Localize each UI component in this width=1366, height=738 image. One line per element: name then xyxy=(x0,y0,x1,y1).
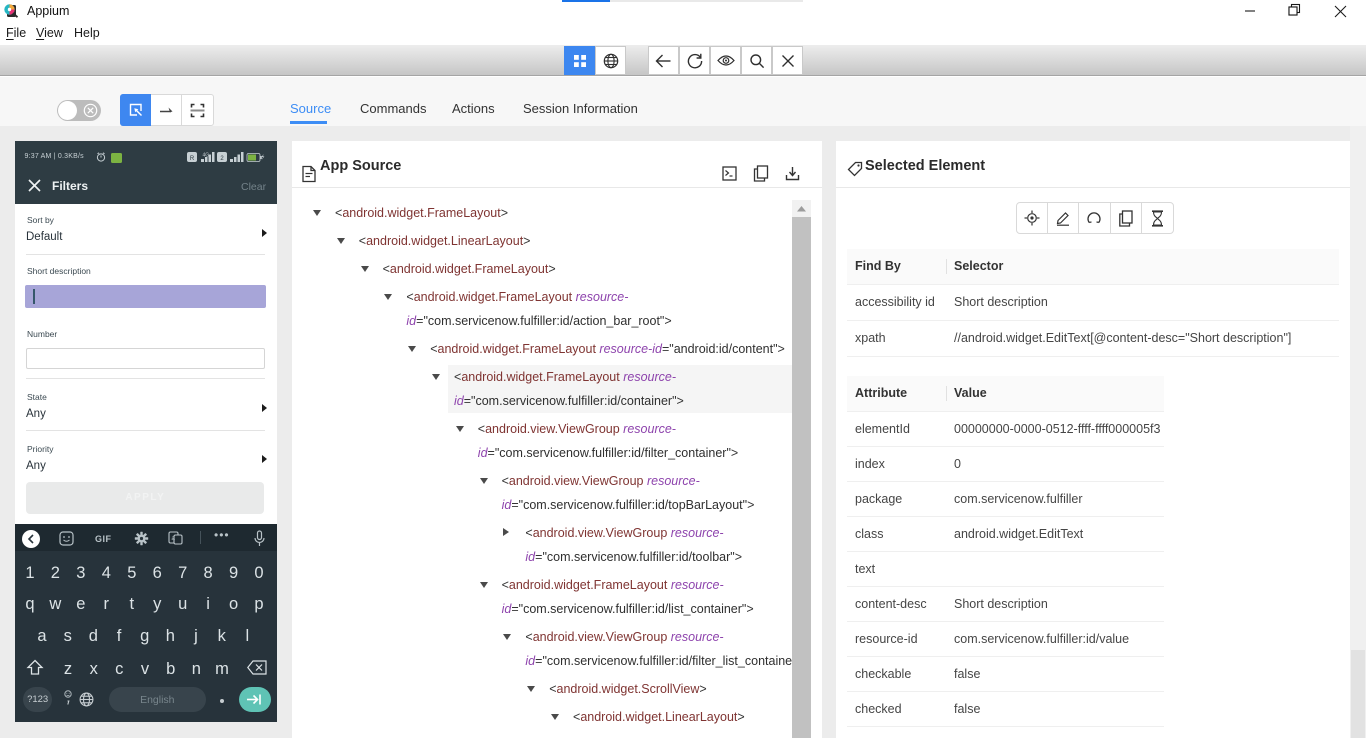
svg-text:a: a xyxy=(171,535,175,542)
svg-text:R: R xyxy=(190,156,195,162)
